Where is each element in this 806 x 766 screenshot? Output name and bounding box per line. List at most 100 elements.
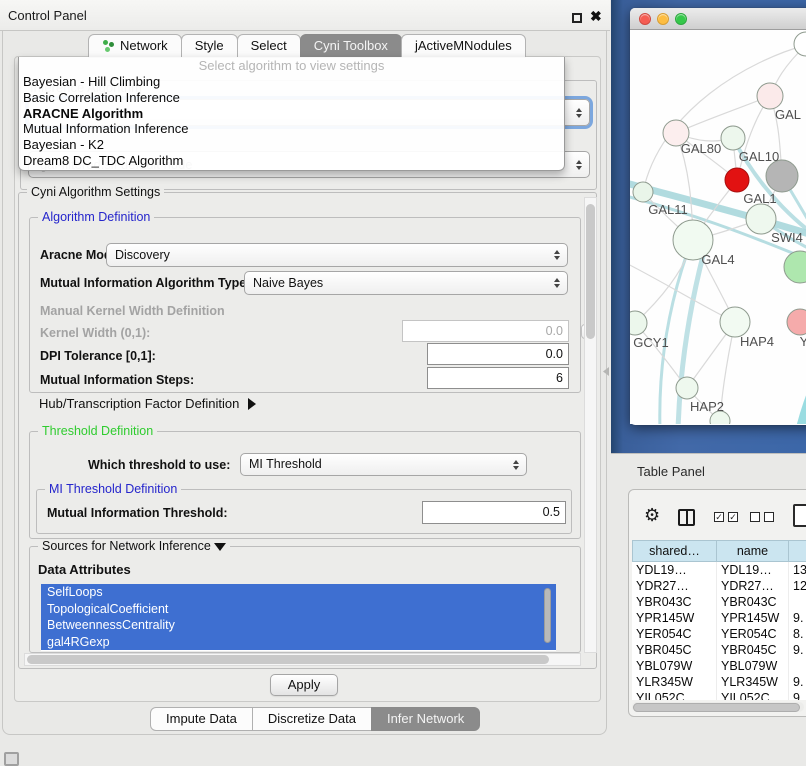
column-header-shared[interactable]: shared… xyxy=(632,540,717,562)
tab-discretize-data[interactable]: Discretize Data xyxy=(252,707,372,731)
table-horizontal-scrollbar[interactable] xyxy=(632,702,804,712)
mi-type-combo[interactable]: Naive Bayes xyxy=(244,271,568,295)
control-panel-tab-bar: NetworkStyleSelectCyni ToolboxjActiveMNo… xyxy=(88,34,525,58)
node-hap4[interactable] xyxy=(720,307,750,337)
attribute-selfloops[interactable]: SelfLoops xyxy=(41,584,556,601)
mi-type-value: Naive Bayes xyxy=(253,276,323,290)
attribute-gal4rgexp[interactable]: gal4RGexp xyxy=(41,634,556,651)
tab-jactivemnodules[interactable]: jActiveMNodules xyxy=(401,34,526,58)
control-panel-title: Control Panel xyxy=(8,8,87,23)
settings-horizontal-scrollbar[interactable] xyxy=(24,653,581,666)
aracne-mode-combo[interactable]: Discovery xyxy=(106,243,568,267)
select-all-columns-icon[interactable]: ✓ ✓ xyxy=(714,512,738,522)
algorithm-item-bayesian-hill-climbing[interactable]: Bayesian - Hill Climbing xyxy=(19,74,564,90)
attribute-topologicalcoefficient[interactable]: TopologicalCoefficient xyxy=(41,601,556,618)
cell: YDR27… xyxy=(632,578,717,594)
which-threshold-label: Which threshold to use: xyxy=(88,458,230,472)
node-red[interactable] xyxy=(725,168,749,192)
attributes-scrollbar[interactable] xyxy=(543,586,553,649)
table-row[interactable]: YPR145WYPR145W9. xyxy=(632,610,806,626)
cell: YPR145W xyxy=(632,610,717,626)
tab-cyni-toolbox[interactable]: Cyni Toolbox xyxy=(300,34,402,58)
table-row[interactable]: YBL079WYBL079W xyxy=(632,658,806,674)
network-canvas[interactable]: GALGAL80GAL10GAL1GAL11SWI4GAL4GCY1HAP4YH… xyxy=(630,30,806,424)
table-row[interactable]: YER054CYER054C8. xyxy=(632,626,806,642)
algorithm-dropdown-popup: Select algorithm to view settings Bayesi… xyxy=(18,57,565,171)
zoom-window-icon[interactable] xyxy=(675,13,687,25)
which-threshold-value: MI Threshold xyxy=(249,457,322,471)
algorithm-item-dream8-dc-tdc-algorithm[interactable]: Dream8 DC_TDC Algorithm xyxy=(19,153,564,169)
threshold-definition-group: Threshold Definition Which threshold to … xyxy=(29,431,581,539)
file-icon[interactable] xyxy=(793,504,806,527)
which-threshold-combo[interactable]: MI Threshold xyxy=(240,453,527,476)
table-row[interactable]: YLR345WYLR345W9. xyxy=(632,674,806,690)
settings-vertical-scrollbar[interactable] xyxy=(584,197,597,653)
node-pink-right[interactable] xyxy=(787,309,806,335)
algorithm-item-aracne-algorithm[interactable]: ARACNE Algorithm xyxy=(19,106,564,122)
table-row[interactable]: YBR043CYBR043C xyxy=(632,594,806,610)
checked-box-icon: ✓ xyxy=(714,512,724,522)
tab-network[interactable]: Network xyxy=(88,34,182,58)
table-row[interactable]: YIL052CYIL052C9 xyxy=(632,690,806,700)
algorithm-item-basic-correlation-inference[interactable]: Basic Correlation Inference xyxy=(19,90,564,106)
table-row[interactable]: YDR27…YDR27…12 xyxy=(632,578,806,594)
cell: YBL079W xyxy=(632,658,717,674)
mi-type-label: Mutual Information Algorithm Type: xyxy=(40,276,250,290)
table-settings-gear-icon[interactable]: ⚙ xyxy=(644,506,660,524)
cell: 9. xyxy=(789,642,806,658)
combo-arrows-icon xyxy=(512,460,519,470)
column-header-2[interactable] xyxy=(789,540,806,562)
network-window-titlebar[interactable] xyxy=(630,8,806,30)
cell: 13 xyxy=(789,562,806,578)
close-panel-icon[interactable]: ✖ xyxy=(590,8,602,25)
cell: YDR27… xyxy=(717,578,789,594)
network-view-window[interactable]: GALGAL80GAL10GAL1GAL11SWI4GAL4GCY1HAP4YH… xyxy=(630,8,806,425)
deselect-all-columns-icon[interactable] xyxy=(750,512,774,522)
dpi-tolerance-field[interactable]: 0.0 xyxy=(427,343,569,365)
cell: 9. xyxy=(789,674,806,690)
node-table: shared…name YDL19…YDL19…13YDR27…YDR27…12… xyxy=(632,540,806,700)
mi-steps-field[interactable]: 6 xyxy=(427,367,569,389)
minimized-panel-icon[interactable] xyxy=(4,752,19,766)
algorithm-item-bayesian-k2[interactable]: Bayesian - K2 xyxy=(19,137,564,153)
column-header-name[interactable]: name xyxy=(717,540,789,562)
column-view-icon[interactable] xyxy=(678,509,695,526)
unchecked-box-icon xyxy=(764,512,774,522)
tab-style[interactable]: Style xyxy=(181,34,238,58)
cell: YBR045C xyxy=(717,642,789,658)
apply-button[interactable]: Apply xyxy=(270,674,338,696)
cell: YBL079W xyxy=(717,658,789,674)
node-gal-partial[interactable] xyxy=(757,83,783,109)
float-window-icon[interactable] xyxy=(572,13,582,23)
cell: YBR043C xyxy=(717,594,789,610)
minimize-window-icon[interactable] xyxy=(657,13,669,25)
table-row[interactable]: YDL19…YDL19…13 xyxy=(632,562,806,578)
sources-title-wrap[interactable]: Sources for Network Inference xyxy=(38,539,230,553)
node-unlabeled-top[interactable] xyxy=(794,32,806,56)
mi-threshold-field[interactable]: 0.5 xyxy=(422,501,566,524)
table-row[interactable]: YBR045CYBR045C9. xyxy=(632,642,806,658)
tab-infer-network[interactable]: Infer Network xyxy=(371,707,480,731)
cell: 12 xyxy=(789,578,806,594)
hub-definition-label: Hub/Transcription Factor Definition xyxy=(39,396,239,411)
node-hap4-label: HAP4 xyxy=(740,334,774,349)
node-gal-partial-label: GAL xyxy=(775,107,801,122)
kernel-width-field[interactable]: 0.0 xyxy=(402,320,569,342)
node-gal10[interactable] xyxy=(721,126,745,150)
node-green-right[interactable] xyxy=(784,251,806,283)
hub-definition-expander[interactable]: Hub/Transcription Factor Definition xyxy=(39,396,256,411)
cell: 9. xyxy=(789,610,806,626)
node-gray[interactable] xyxy=(766,160,798,192)
node-hap2[interactable] xyxy=(676,377,698,399)
node-gal11[interactable] xyxy=(633,182,653,202)
checked-box-icon: ✓ xyxy=(728,512,738,522)
attribute-betweennesscentrality[interactable]: BetweennessCentrality xyxy=(41,617,556,634)
tab-impute-data[interactable]: Impute Data xyxy=(150,707,253,731)
kernel-width-label: Kernel Width (0,1): xyxy=(40,326,150,340)
tab-select[interactable]: Select xyxy=(237,34,301,58)
close-window-icon[interactable] xyxy=(639,13,651,25)
algorithm-definition-title: Algorithm Definition xyxy=(38,210,154,224)
cell: 9 xyxy=(789,690,806,700)
mi-steps-label: Mutual Information Steps: xyxy=(40,373,194,387)
algorithm-item-mutual-information-inference[interactable]: Mutual Information Inference xyxy=(19,121,564,137)
